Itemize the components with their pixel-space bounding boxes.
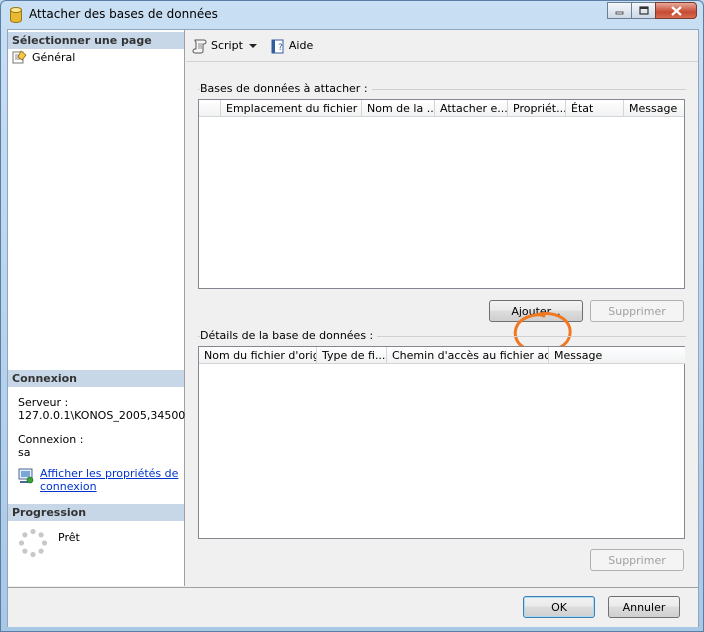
attach-col-message[interactable]: Message <box>624 100 684 117</box>
maximize-icon <box>638 6 649 15</box>
svg-text:?: ? <box>278 43 283 53</box>
minimize-icon <box>615 11 624 15</box>
help-label: Aide <box>288 39 314 52</box>
details-col-file-type[interactable]: Type de fi... <box>317 347 387 364</box>
connection-value: sa <box>18 446 31 459</box>
server-label: Serveur : <box>18 396 69 409</box>
script-button[interactable]: Script <box>192 38 260 54</box>
close-icon <box>670 5 682 16</box>
remove-attach-button[interactable]: Supprimer <box>590 300 684 322</box>
select-page-header: Sélectionner une page <box>8 32 184 49</box>
view-connection-properties-link-line1[interactable]: Afficher les propriétés de <box>40 467 178 480</box>
progress-header: Progression <box>8 504 184 521</box>
attach-col-name[interactable]: Nom de la ... <box>362 100 435 117</box>
window-title: Attacher des bases de données <box>29 7 218 21</box>
progress-spinner-icon <box>18 528 48 558</box>
toolbar: Script ? Aide <box>186 30 698 62</box>
connection-label: Connexion : <box>18 433 84 446</box>
server-value: 127.0.0.1\KONOS_2005,34500 <box>18 409 186 422</box>
left-pane: Sélectionner une page Général Connexion … <box>8 30 185 586</box>
details-col-message[interactable]: Message <box>549 347 685 364</box>
attach-col-select[interactable] <box>199 100 221 117</box>
view-connection-properties-link-line2[interactable]: connexion <box>40 480 178 493</box>
attach-databases-grid[interactable]: Emplacement du fichier ... Nom de la ...… <box>198 99 685 289</box>
database-details-grid[interactable]: Nom du fichier d'orig... Type de fi... C… <box>198 346 685 539</box>
script-icon <box>192 39 207 53</box>
ok-button[interactable]: OK <box>523 596 595 618</box>
attach-col-attach-as[interactable]: Attacher e... <box>435 100 508 117</box>
page-icon <box>12 50 27 64</box>
help-icon: ? <box>271 39 284 53</box>
details-grid-header: Nom du fichier d'orig... Type de fi... C… <box>199 347 685 364</box>
details-col-current-path[interactable]: Chemin d'accès au fichier act... <box>387 347 549 364</box>
help-button[interactable]: ? Aide <box>270 38 313 54</box>
minimize-button[interactable] <box>607 2 632 19</box>
database-icon <box>10 7 22 23</box>
remove-details-button[interactable]: Supprimer <box>590 549 684 571</box>
connection-properties-icon <box>18 468 34 484</box>
page-item-label: Général <box>32 50 76 64</box>
attach-group-label: Bases de données à attacher : <box>200 82 372 95</box>
progress-status: Prêt <box>58 531 80 544</box>
title-bar[interactable]: Attacher des bases de données <box>1 1 703 29</box>
attach-col-status[interactable]: État <box>566 100 624 117</box>
details-col-original-file[interactable]: Nom du fichier d'orig... <box>199 347 317 364</box>
cancel-button[interactable]: Annuler <box>608 596 680 618</box>
chevron-down-icon[interactable] <box>248 43 257 49</box>
close-button[interactable] <box>655 2 697 19</box>
page-item-general[interactable]: Général <box>12 49 75 65</box>
details-group-label: Détails de la base de données : <box>200 329 378 342</box>
maximize-button[interactable] <box>631 2 656 19</box>
dialog-window: Attacher des bases de données Sélectionn… <box>0 0 704 632</box>
attach-col-location[interactable]: Emplacement du fichier ... <box>221 100 362 117</box>
connection-header: Connexion <box>8 370 184 387</box>
dialog-client: Sélectionner une page Général Connexion … <box>7 29 699 627</box>
script-label: Script <box>211 39 243 52</box>
attach-grid-header: Emplacement du fichier ... Nom de la ...… <box>199 100 684 117</box>
view-connection-properties[interactable]: Afficher les propriétés de connexion <box>18 467 178 493</box>
attach-col-owner[interactable]: Propriét... <box>508 100 566 117</box>
